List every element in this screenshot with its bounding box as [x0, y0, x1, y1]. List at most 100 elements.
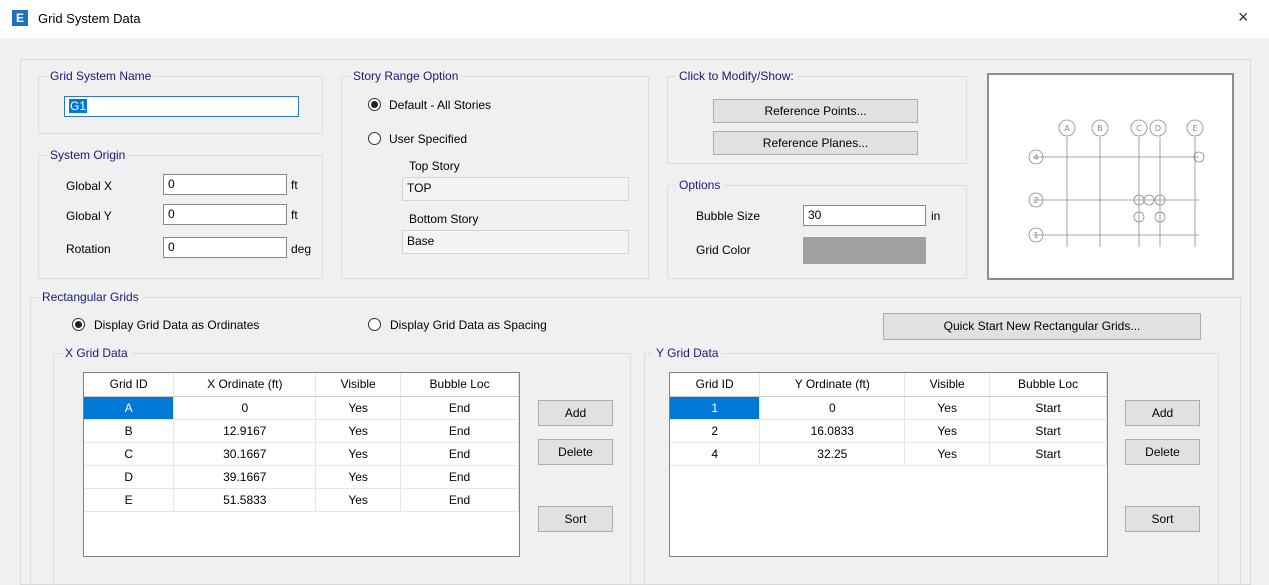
- table-cell[interactable]: End: [400, 488, 519, 512]
- app-icon: E: [12, 10, 28, 26]
- reference-points-button[interactable]: Reference Points...: [713, 99, 918, 123]
- table-cell[interactable]: C: [84, 442, 175, 466]
- table-cell[interactable]: 32.25: [759, 442, 906, 466]
- table-row[interactable]: E 51.5833 Yes End: [84, 488, 519, 512]
- default-all-stories-label[interactable]: Default - All Stories: [389, 98, 491, 112]
- y-grid-group: Y Grid Data Grid ID Y Ordinate (ft) Visi…: [644, 346, 1219, 585]
- rotation-label: Rotation: [66, 242, 111, 256]
- table-cell[interactable]: Yes: [904, 442, 991, 466]
- y-grid-header-row: Grid ID Y Ordinate (ft) Visible Bubble L…: [670, 373, 1107, 397]
- y-grid-legend: Y Grid Data: [653, 346, 722, 360]
- close-icon[interactable]: ×: [1238, 7, 1249, 28]
- global-x-unit: ft: [291, 178, 298, 192]
- preview-label-2: 2: [1033, 196, 1038, 205]
- story-range-group: Story Range Option Default - All Stories…: [341, 69, 649, 279]
- table-cell[interactable]: D: [84, 465, 175, 489]
- global-x-input[interactable]: 0: [163, 174, 287, 195]
- user-specified-label[interactable]: User Specified: [389, 132, 467, 146]
- options-legend: Options: [676, 178, 724, 192]
- table-cell[interactable]: Yes: [315, 465, 402, 489]
- table-cell[interactable]: 39.1667: [173, 465, 317, 489]
- table-cell[interactable]: Yes: [315, 396, 402, 420]
- table-cell[interactable]: End: [400, 442, 519, 466]
- global-y-unit: ft: [291, 208, 298, 222]
- reference-planes-button[interactable]: Reference Planes...: [713, 131, 918, 155]
- y-grid-add-button[interactable]: Add: [1125, 400, 1200, 426]
- table-cell[interactable]: End: [400, 396, 519, 420]
- table-cell[interactable]: Start: [989, 442, 1107, 466]
- x-grid-col-header: Grid ID: [84, 373, 175, 397]
- x-grid-group: X Grid Data Grid ID X Ordinate (ft) Visi…: [53, 346, 631, 585]
- preview-label-e: E: [1192, 124, 1197, 133]
- y-grid-delete-button[interactable]: Delete: [1125, 439, 1200, 465]
- table-cell[interactable]: 4: [670, 442, 761, 466]
- table-cell[interactable]: Yes: [315, 488, 402, 512]
- x-grid-sort-button[interactable]: Sort: [538, 506, 613, 532]
- grid-color-swatch[interactable]: [803, 237, 926, 264]
- preview-label-c: C: [1136, 124, 1142, 133]
- table-cell[interactable]: 30.1667: [173, 442, 317, 466]
- table-row[interactable]: 1 0 Yes Start: [670, 396, 1107, 420]
- x-grid-col-header: X Ordinate (ft): [173, 373, 317, 397]
- y-grid-sort-button[interactable]: Sort: [1125, 506, 1200, 532]
- table-cell[interactable]: Yes: [904, 419, 991, 443]
- bottom-story-field: Base: [402, 230, 629, 254]
- global-y-input[interactable]: 0: [163, 204, 287, 225]
- table-cell[interactable]: 0: [173, 396, 317, 420]
- table-cell[interactable]: End: [400, 419, 519, 443]
- table-cell[interactable]: Start: [989, 396, 1107, 420]
- preview-label-a: A: [1064, 124, 1070, 133]
- display-ordinates-radio[interactable]: [72, 318, 85, 331]
- bottom-story-label: Bottom Story: [409, 212, 479, 226]
- rotation-unit: deg: [291, 242, 312, 256]
- table-cell[interactable]: B: [84, 419, 175, 443]
- table-cell[interactable]: 1: [670, 396, 761, 420]
- window-title: Grid System Data: [38, 11, 141, 26]
- table-row[interactable]: 4 32.25 Yes Start: [670, 442, 1107, 466]
- display-ordinates-label[interactable]: Display Grid Data as Ordinates: [94, 318, 259, 332]
- bubble-size-unit: in: [931, 209, 941, 223]
- table-cell[interactable]: 16.0833: [759, 419, 906, 443]
- table-cell[interactable]: Yes: [315, 419, 402, 443]
- quick-start-button[interactable]: Quick Start New Rectangular Grids...: [883, 313, 1201, 340]
- table-cell[interactable]: 51.5833: [173, 488, 317, 512]
- grid-system-name-legend: Grid System Name: [47, 69, 155, 83]
- table-cell[interactable]: E: [84, 488, 175, 512]
- grid-system-name-input[interactable]: G1: [64, 96, 299, 117]
- grid-preview: A B C D E 4 2 1: [987, 73, 1234, 280]
- table-row[interactable]: A 0 Yes End: [84, 396, 519, 420]
- x-grid-add-button[interactable]: Add: [538, 400, 613, 426]
- global-x-label: Global X: [66, 179, 113, 193]
- table-cell[interactable]: Yes: [904, 396, 991, 420]
- table-row[interactable]: 2 16.0833 Yes Start: [670, 419, 1107, 443]
- table-cell[interactable]: A: [84, 396, 175, 420]
- table-row[interactable]: B 12.9167 Yes End: [84, 419, 519, 443]
- bubble-size-label: Bubble Size: [696, 209, 761, 223]
- modify-show-legend: Click to Modify/Show:: [676, 69, 797, 83]
- y-grid-col-header: Grid ID: [670, 373, 761, 397]
- table-cell[interactable]: 2: [670, 419, 761, 443]
- bubble-size-input[interactable]: 30: [803, 205, 926, 226]
- preview-label-d: D: [1155, 124, 1161, 133]
- display-spacing-label[interactable]: Display Grid Data as Spacing: [390, 318, 547, 332]
- modify-show-group: Click to Modify/Show: Reference Points..…: [667, 69, 967, 164]
- x-grid-col-header: Bubble Loc: [400, 373, 519, 397]
- y-grid-table[interactable]: Grid ID Y Ordinate (ft) Visible Bubble L…: [669, 372, 1108, 557]
- grid-preview-drawing: A B C D E 4 2 1: [1028, 119, 1205, 247]
- table-cell[interactable]: Start: [989, 419, 1107, 443]
- y-grid-col-header: Bubble Loc: [989, 373, 1107, 397]
- display-spacing-radio[interactable]: [368, 318, 381, 331]
- default-all-stories-radio[interactable]: [368, 98, 381, 111]
- x-grid-table[interactable]: Grid ID X Ordinate (ft) Visible Bubble L…: [83, 372, 520, 557]
- user-specified-radio[interactable]: [368, 132, 381, 145]
- table-row[interactable]: C 30.1667 Yes End: [84, 442, 519, 466]
- x-grid-delete-button[interactable]: Delete: [538, 439, 613, 465]
- table-cell[interactable]: 12.9167: [173, 419, 317, 443]
- table-row[interactable]: D 39.1667 Yes End: [84, 465, 519, 489]
- x-grid-header-row: Grid ID X Ordinate (ft) Visible Bubble L…: [84, 373, 519, 397]
- table-cell[interactable]: 0: [759, 396, 906, 420]
- preview-label-4: 4: [1033, 153, 1038, 162]
- rotation-input[interactable]: 0: [163, 237, 287, 258]
- table-cell[interactable]: End: [400, 465, 519, 489]
- table-cell[interactable]: Yes: [315, 442, 402, 466]
